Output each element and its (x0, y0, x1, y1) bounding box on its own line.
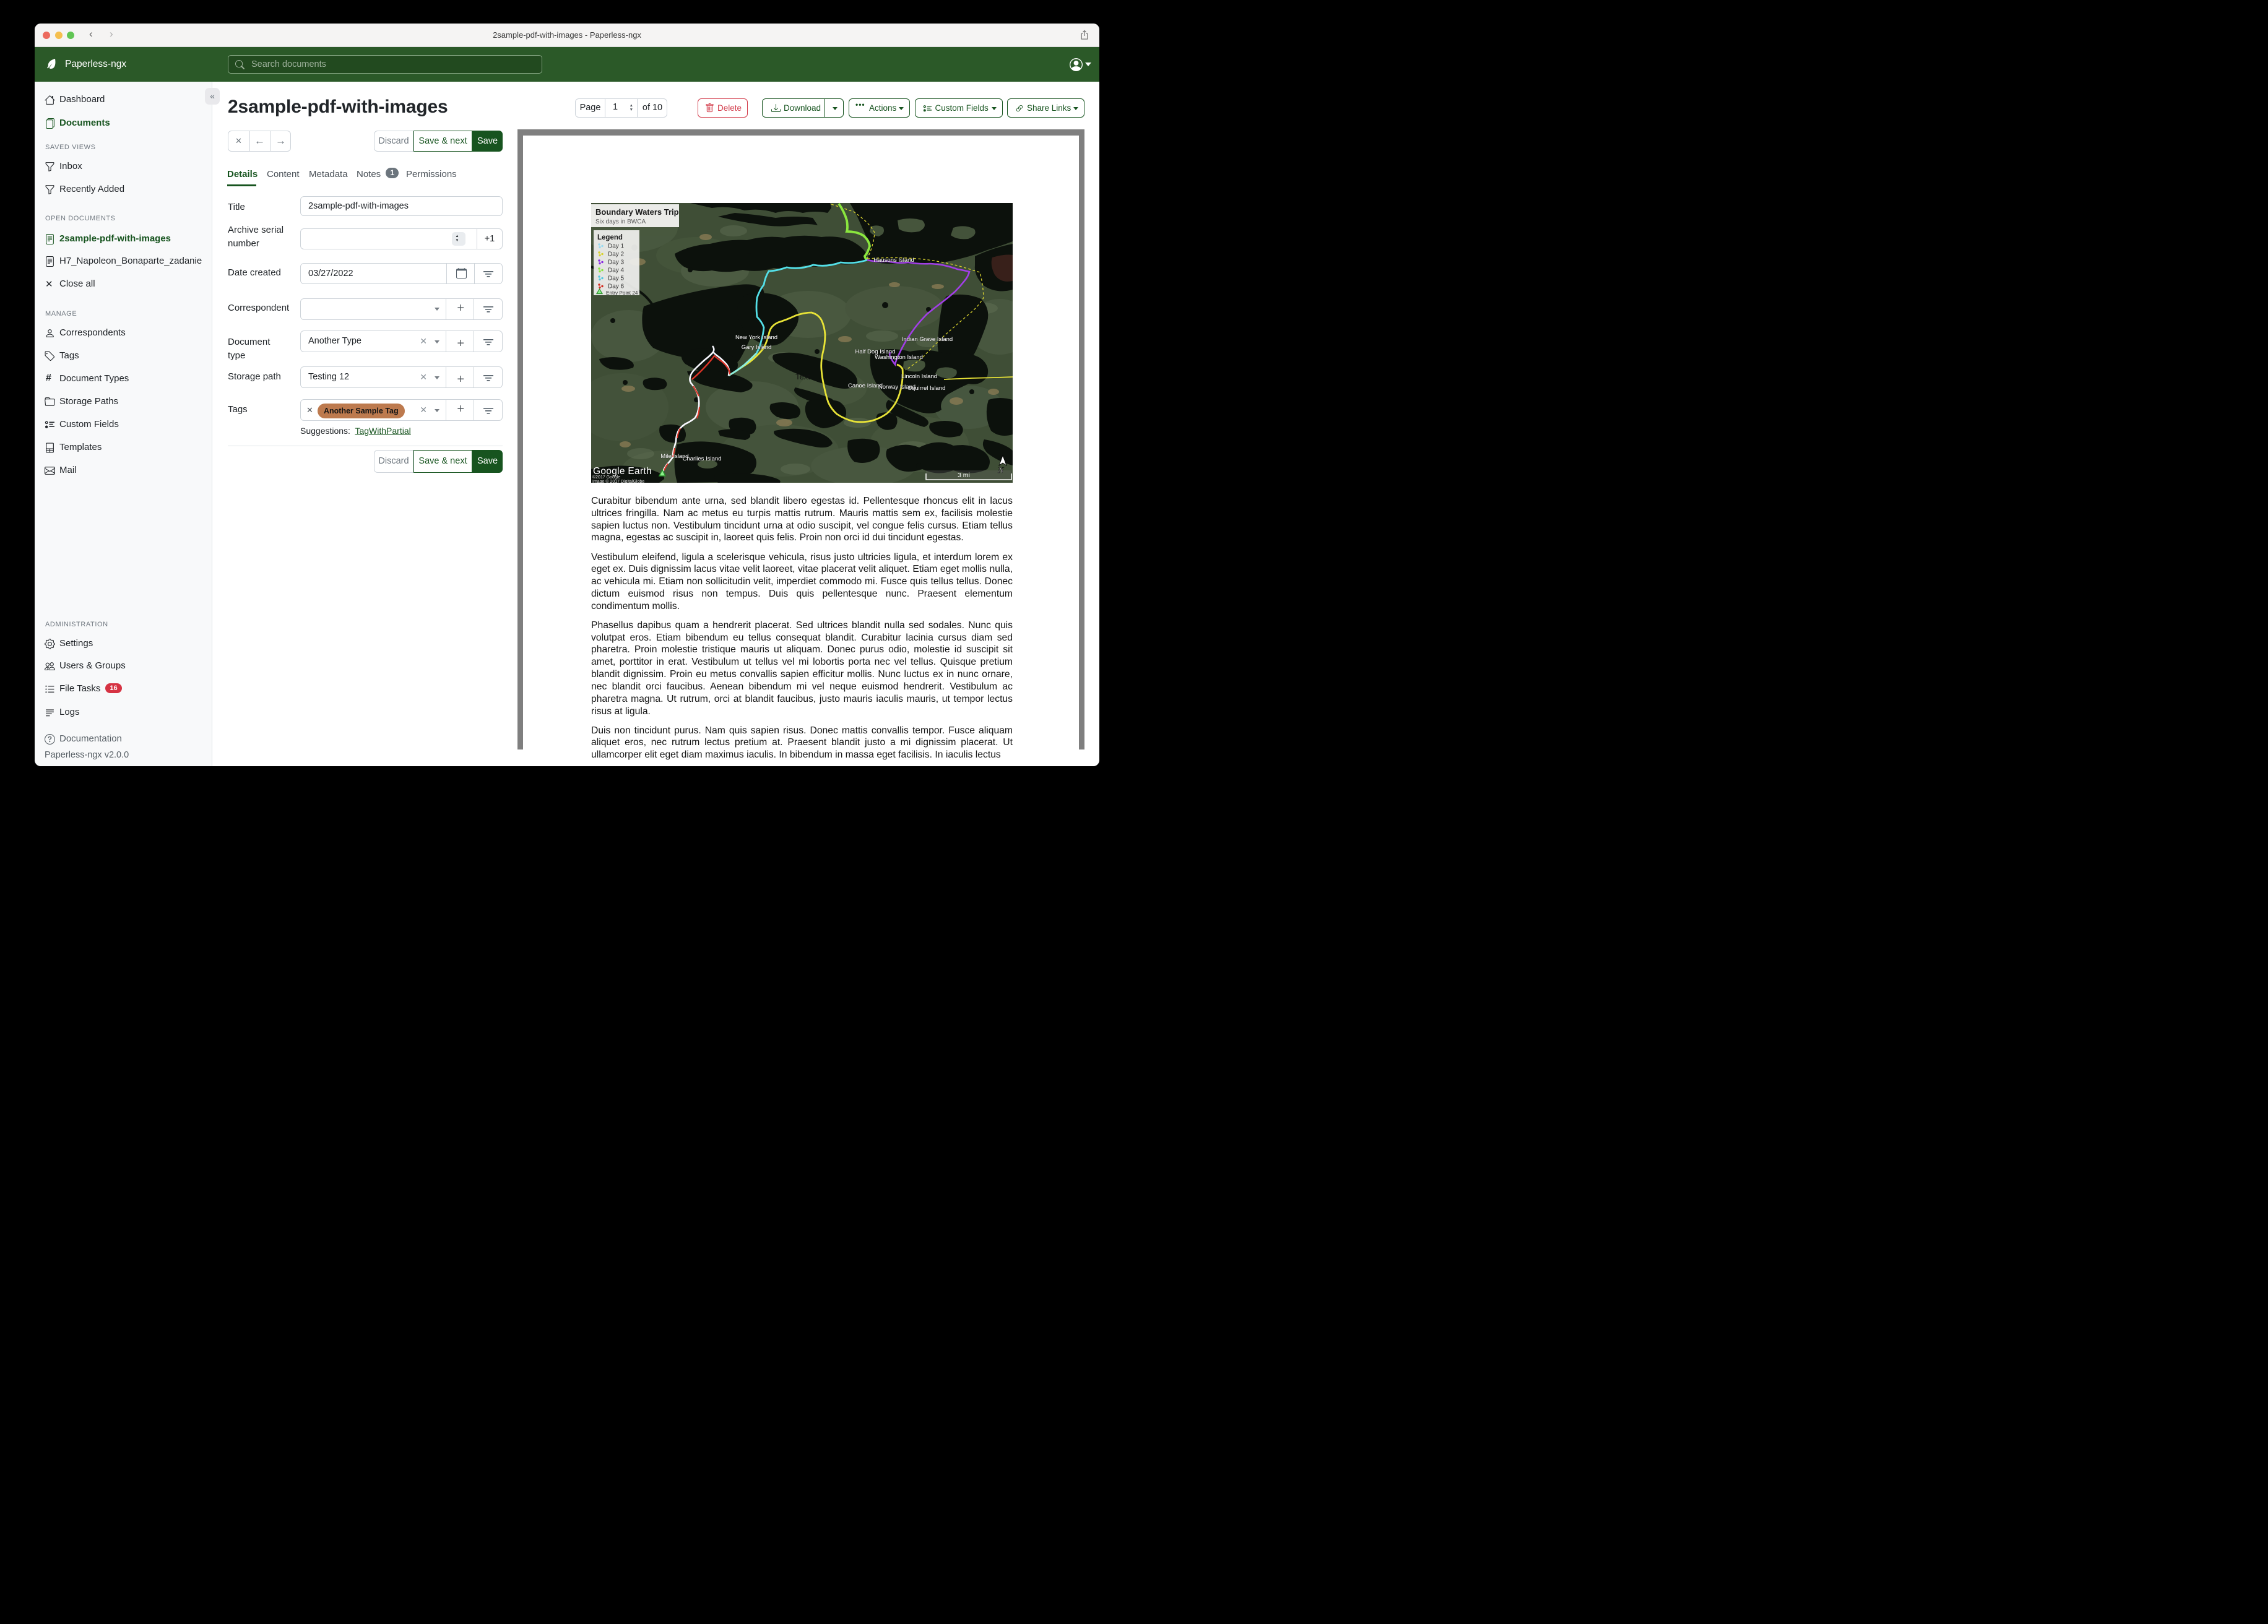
svg-text:Charlies Island: Charlies Island (683, 456, 722, 462)
svg-text:Hausons Island: Hausons Island (873, 257, 914, 264)
svg-text:Day 6: Day 6 (608, 283, 625, 290)
svg-text:Day 1: Day 1 (608, 243, 625, 250)
svg-text:©2017 Google: ©2017 Google (592, 475, 620, 480)
svg-text:Day 5: Day 5 (608, 275, 625, 282)
svg-text:Canoe Island: Canoe Island (848, 382, 883, 389)
svg-text:Six days in BWCA: Six days in BWCA (595, 218, 646, 225)
svg-text:Image © 2017 DigitalGlobe: Image © 2017 DigitalGlobe (592, 479, 644, 483)
svg-text:Legend: Legend (597, 234, 623, 241)
svg-text:Day 3: Day 3 (608, 259, 625, 266)
svg-text:Day 4: Day 4 (608, 267, 625, 274)
svg-text:New York Island: New York Island (735, 334, 777, 341)
svg-text:Text: Text (795, 372, 810, 381)
svg-text:Boundary Waters Trip: Boundary Waters Trip (595, 207, 679, 217)
svg-text:Gary Island: Gary Island (742, 344, 772, 351)
svg-text:Lincoln Island: Lincoln Island (901, 373, 937, 380)
svg-text:Day 2: Day 2 (608, 251, 625, 258)
svg-text:Entry Point 24: Entry Point 24 (606, 290, 638, 296)
svg-text:Indian Grave Island: Indian Grave Island (902, 336, 953, 343)
svg-text:Squirrel Island: Squirrel Island (908, 385, 946, 392)
svg-text:3 mi: 3 mi (958, 472, 970, 479)
svg-text:Washington Island: Washington Island (875, 354, 923, 361)
